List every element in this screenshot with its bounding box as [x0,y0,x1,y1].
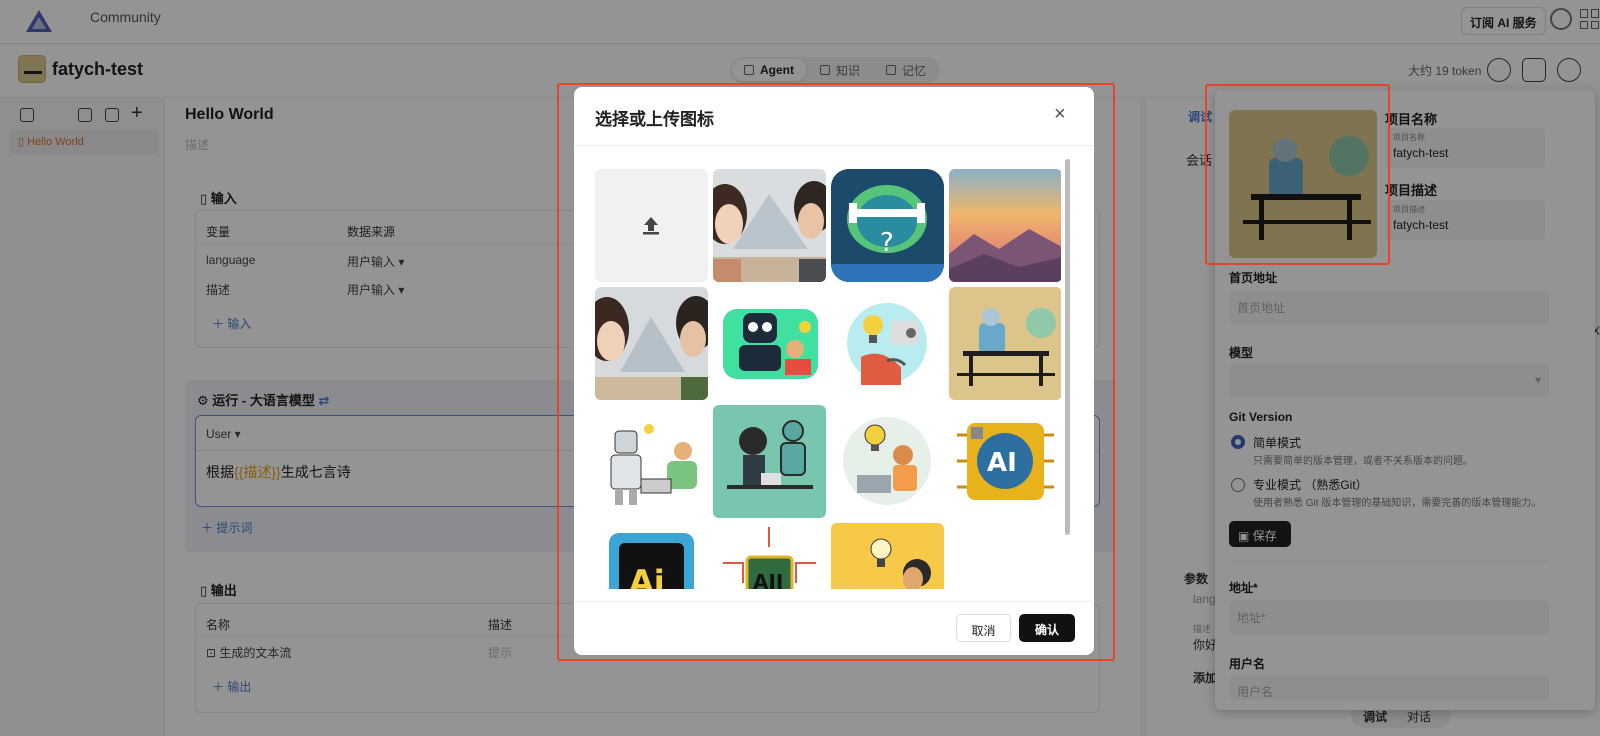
sunset-mountains-icon[interactable] [949,169,1061,282]
svg-text:AII: AII [753,570,783,589]
lightbulb-robot-hand-icon[interactable] [831,287,944,400]
robot-desk-icon[interactable] [949,287,1061,400]
brain-dumbbell-icon[interactable]: ? [831,169,944,282]
svg-text:Ai: Ai [629,563,665,589]
icon-grid: ? AI Ai AII [595,169,1061,589]
confirm-button[interactable]: 确认 [1019,614,1075,642]
modal-title: 选择或上传图标 [595,110,714,129]
upload-icon [643,217,659,235]
man-robot-teal-icon[interactable] [713,405,826,518]
highlight-box-icon [1205,84,1390,265]
ai-chip-gold-icon[interactable]: AI [949,405,1061,518]
robot-person-laptop-icon[interactable] [595,405,708,518]
svg-text:?: ? [880,228,894,258]
lightbulb-person-yellow-icon[interactable] [831,523,944,589]
cancel-button[interactable]: 取消 [956,614,1011,642]
upload-tile[interactable] [595,169,708,282]
close-icon[interactable]: × [1054,103,1066,126]
icon-picker-modal: 选择或上传图标 × ? AI Ai AII 取消 确认 [574,87,1094,655]
ai-circuit-icon[interactable]: AII [713,523,826,589]
anime-couple-mountains-2-icon[interactable] [595,287,708,400]
ai-chip-black-icon[interactable]: Ai [595,523,708,589]
divider [574,601,1094,602]
svg-text:AI: AI [987,448,1017,478]
anime-couple-mountains-icon[interactable] [713,169,826,282]
robot-laptop-user-icon[interactable] [713,287,826,400]
divider [574,145,1094,146]
lightbulb-person-laptop-icon[interactable] [831,405,944,518]
grid-scrollbar[interactable] [1065,159,1070,535]
